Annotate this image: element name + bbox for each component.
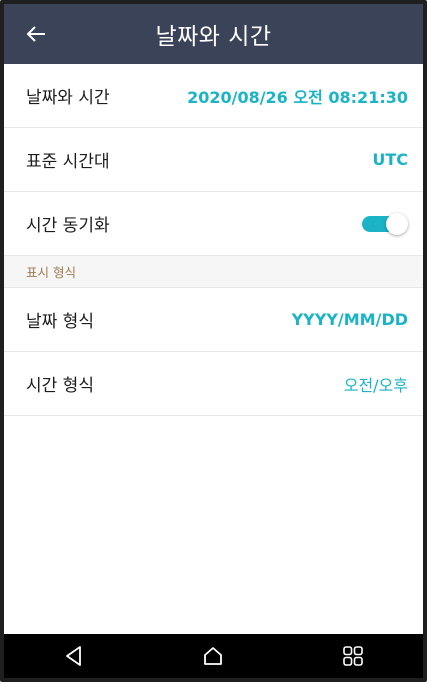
date-format-row[interactable]: 날짜 형식 YYYY/MM/DD [4,288,423,352]
date-format-label: 날짜 형식 [26,312,94,332]
back-button[interactable] [14,12,58,56]
date-time-value: 2020/08/26 오전 08:21:30 [187,87,408,107]
section-label: 표시 형식 [26,265,76,280]
time-format-value: 오전/오후 [343,375,408,395]
settings-content: 날짜와 시간 2020/08/26 오전 08:21:30 표준 시간대 UTC… [4,64,423,634]
arrow-left-icon [26,26,45,42]
date-time-label: 날짜와 시간 [26,88,110,108]
device-screen: 날짜와 시간 날짜와 시간 2020/08/26 오전 08:21:30 표준 … [0,0,427,682]
date-time-row[interactable]: 날짜와 시간 2020/08/26 오전 08:21:30 [4,64,423,128]
home-icon [204,647,223,665]
timezone-value: UTC [372,150,408,169]
time-sync-toggle[interactable] [360,212,408,235]
nav-recent-apps-button[interactable] [323,634,383,678]
page-title: 날짜와 시간 [155,24,272,50]
date-format-value: YYYY/MM/DD [291,310,408,329]
time-format-row[interactable]: 시간 형식 오전/오후 [4,352,423,416]
nav-back-button[interactable] [44,634,104,678]
app-header: 날짜와 시간 [4,4,423,64]
time-sync-label: 시간 동기화 [26,216,110,236]
time-sync-row: 시간 동기화 [4,192,423,256]
display-format-section-header: 표시 형식 [4,256,423,288]
toggle-thumb [386,212,408,235]
time-format-label: 시간 형식 [26,376,94,396]
back-triangle-icon [65,646,81,666]
nav-home-button[interactable] [183,634,243,678]
recent-apps-icon [343,646,363,666]
timezone-label: 표준 시간대 [26,152,110,172]
system-navbar [4,634,423,678]
timezone-row[interactable]: 표준 시간대 UTC [4,128,423,192]
